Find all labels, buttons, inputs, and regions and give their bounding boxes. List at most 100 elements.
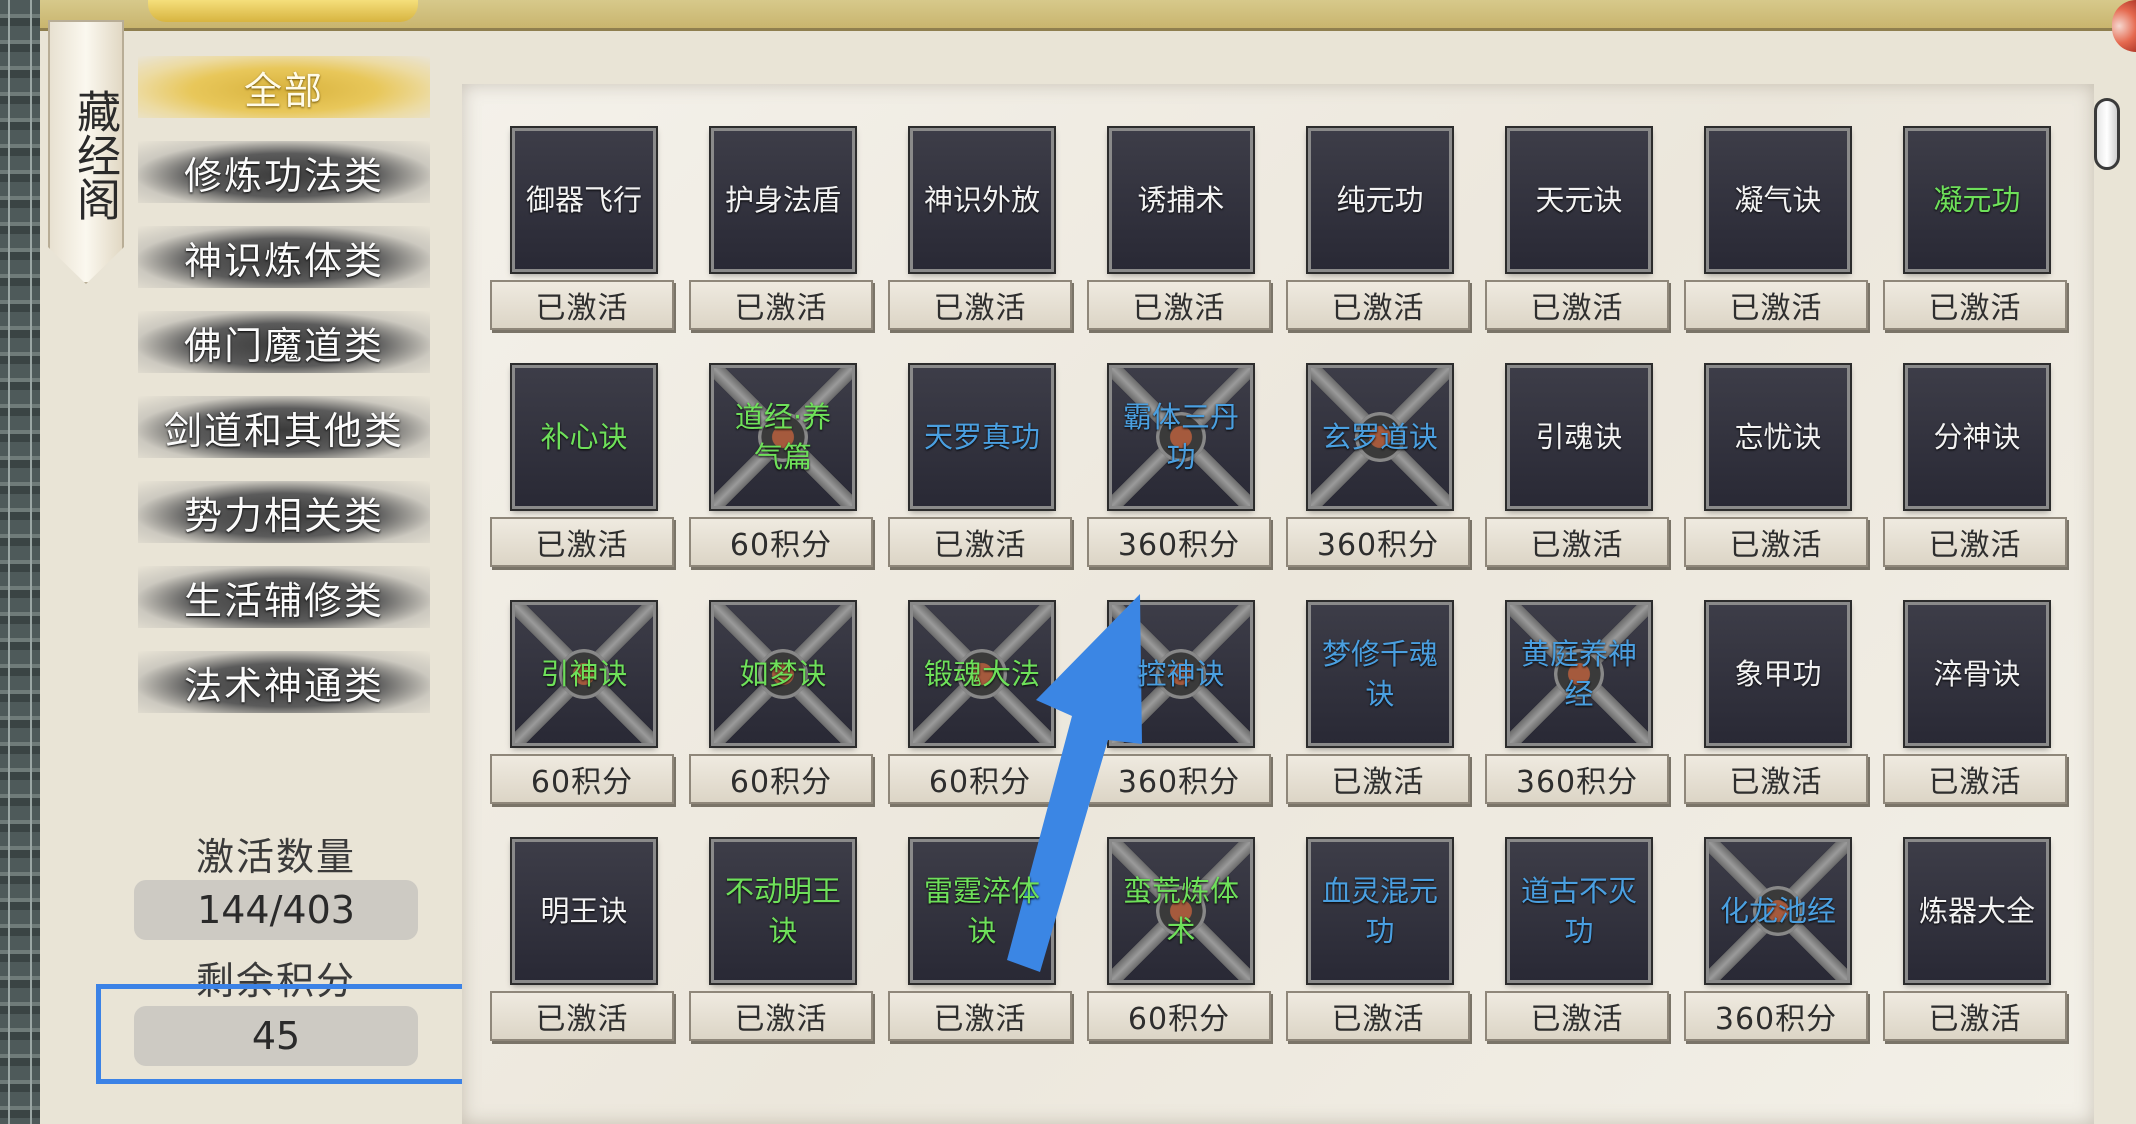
skill-tile[interactable]: 忘忧诀 bbox=[1706, 365, 1850, 509]
skill-status-button[interactable]: 已激活 bbox=[490, 991, 674, 1041]
skill-card[interactable]: 道经·养气篇 60积分 bbox=[689, 365, 879, 567]
skill-tile[interactable]: 雷霆淬体诀 bbox=[910, 839, 1054, 983]
skill-card[interactable]: 凝气诀 已激活 bbox=[1684, 128, 1874, 330]
skill-card[interactable]: 引魂诀 已激活 bbox=[1485, 365, 1675, 567]
skill-status-button[interactable]: 已激活 bbox=[888, 991, 1072, 1041]
skill-card[interactable]: 炼器大全 已激活 bbox=[1883, 839, 2073, 1041]
skill-card[interactable]: 霸体三丹功 360积分 bbox=[1087, 365, 1277, 567]
skill-status-button[interactable]: 60积分 bbox=[888, 754, 1072, 804]
skill-tile[interactable]: 诱捕术 bbox=[1109, 128, 1253, 272]
skill-status-button[interactable]: 已激活 bbox=[888, 517, 1072, 567]
top-tab[interactable] bbox=[148, 0, 418, 22]
skill-status-button[interactable]: 360积分 bbox=[1684, 991, 1868, 1041]
category-2[interactable]: 神识炼体类 bbox=[138, 226, 430, 288]
skill-card[interactable]: 御器飞行 已激活 bbox=[490, 128, 680, 330]
skill-card[interactable]: 化龙池经 360积分 bbox=[1684, 839, 1874, 1041]
skill-status-button[interactable]: 60积分 bbox=[1087, 991, 1271, 1041]
skill-tile[interactable]: 黄庭养神经 bbox=[1507, 602, 1651, 746]
skill-card[interactable]: 不动明王诀 已激活 bbox=[689, 839, 879, 1041]
skill-status-button[interactable]: 已激活 bbox=[490, 280, 674, 330]
skill-tile[interactable]: 象甲功 bbox=[1706, 602, 1850, 746]
skill-status-button[interactable]: 已激活 bbox=[1883, 280, 2067, 330]
skill-tile[interactable]: 引神诀 bbox=[512, 602, 656, 746]
skill-tile[interactable]: 引魂诀 bbox=[1507, 365, 1651, 509]
skill-card[interactable]: 护身法盾 已激活 bbox=[689, 128, 879, 330]
skill-tile[interactable]: 锻魂大法 bbox=[910, 602, 1054, 746]
skill-status-button[interactable]: 已激活 bbox=[1087, 280, 1271, 330]
skill-tile[interactable]: 道古不灭功 bbox=[1507, 839, 1651, 983]
skill-tile[interactable]: 纯元功 bbox=[1308, 128, 1452, 272]
skill-tile[interactable]: 如梦诀 bbox=[711, 602, 855, 746]
skill-tile[interactable]: 蛮荒炼体术 bbox=[1109, 839, 1253, 983]
skill-tile[interactable]: 天罗真功 bbox=[910, 365, 1054, 509]
skill-tile[interactable]: 分神诀 bbox=[1905, 365, 2049, 509]
skill-status-button[interactable]: 已激活 bbox=[1485, 991, 1669, 1041]
skill-status-button[interactable]: 已激活 bbox=[1485, 517, 1669, 567]
skill-card[interactable]: 引神诀 60积分 bbox=[490, 602, 680, 804]
skill-status-button[interactable]: 已激活 bbox=[689, 280, 873, 330]
skill-status-button[interactable]: 已激活 bbox=[490, 517, 674, 567]
skill-tile[interactable]: 明王诀 bbox=[512, 839, 656, 983]
skill-card[interactable]: 淬骨诀 已激活 bbox=[1883, 602, 2073, 804]
skill-card[interactable]: 补心诀 已激活 bbox=[490, 365, 680, 567]
skill-tile[interactable]: 玄罗道诀 bbox=[1308, 365, 1452, 509]
skill-card[interactable]: 玄罗道诀 360积分 bbox=[1286, 365, 1476, 567]
skill-card[interactable]: 道古不灭功 已激活 bbox=[1485, 839, 1675, 1041]
skill-status-button[interactable]: 已激活 bbox=[689, 991, 873, 1041]
skill-card[interactable]: 分神诀 已激活 bbox=[1883, 365, 2073, 567]
skill-status-button[interactable]: 360积分 bbox=[1087, 754, 1271, 804]
skill-tile[interactable]: 神识外放 bbox=[910, 128, 1054, 272]
skill-card[interactable]: 天元诀 已激活 bbox=[1485, 128, 1675, 330]
skill-status-button[interactable]: 已激活 bbox=[1684, 280, 1868, 330]
category-1[interactable]: 修炼功法类 bbox=[138, 141, 430, 203]
skill-tile[interactable]: 不动明王诀 bbox=[711, 839, 855, 983]
skill-status-button[interactable]: 已激活 bbox=[888, 280, 1072, 330]
skill-tile[interactable]: 化龙池经 bbox=[1706, 839, 1850, 983]
skill-status-button[interactable]: 已激活 bbox=[1883, 754, 2067, 804]
skill-card[interactable]: 象甲功 已激活 bbox=[1684, 602, 1874, 804]
skill-status-button[interactable]: 已激活 bbox=[1286, 991, 1470, 1041]
category-4[interactable]: 剑道和其他类 bbox=[138, 396, 430, 458]
skill-card[interactable]: 如梦诀 60积分 bbox=[689, 602, 879, 804]
skill-card[interactable]: 控神诀 360积分 bbox=[1087, 602, 1277, 804]
category-3[interactable]: 佛门魔道类 bbox=[138, 311, 430, 373]
skill-card[interactable]: 神识外放 已激活 bbox=[888, 128, 1078, 330]
skill-card[interactable]: 诱捕术 已激活 bbox=[1087, 128, 1277, 330]
skill-status-button[interactable]: 已激活 bbox=[1286, 754, 1470, 804]
skill-tile[interactable]: 护身法盾 bbox=[711, 128, 855, 272]
skill-tile[interactable]: 血灵混元功 bbox=[1308, 839, 1452, 983]
skill-status-button[interactable]: 360积分 bbox=[1087, 517, 1271, 567]
skill-status-button[interactable]: 360积分 bbox=[1286, 517, 1470, 567]
skill-status-button[interactable]: 已激活 bbox=[1485, 280, 1669, 330]
skill-tile[interactable]: 天元诀 bbox=[1507, 128, 1651, 272]
skill-status-button[interactable]: 360积分 bbox=[1485, 754, 1669, 804]
skill-status-button[interactable]: 已激活 bbox=[1883, 991, 2067, 1041]
category-6[interactable]: 生活辅修类 bbox=[138, 566, 430, 628]
skill-card[interactable]: 蛮荒炼体术 60积分 bbox=[1087, 839, 1277, 1041]
skill-card[interactable]: 纯元功 已激活 bbox=[1286, 128, 1476, 330]
category-5[interactable]: 势力相关类 bbox=[138, 481, 430, 543]
skill-card[interactable]: 凝元功 已激活 bbox=[1883, 128, 2073, 330]
skill-card[interactable]: 天罗真功 已激活 bbox=[888, 365, 1078, 567]
skill-tile[interactable]: 控神诀 bbox=[1109, 602, 1253, 746]
skill-tile[interactable]: 凝元功 bbox=[1905, 128, 2049, 272]
skill-card[interactable]: 锻魂大法 60积分 bbox=[888, 602, 1078, 804]
skill-status-button[interactable]: 60积分 bbox=[490, 754, 674, 804]
skill-tile[interactable]: 御器飞行 bbox=[512, 128, 656, 272]
skill-status-button[interactable]: 已激活 bbox=[1684, 517, 1868, 567]
skill-tile[interactable]: 炼器大全 bbox=[1905, 839, 2049, 983]
skill-status-button[interactable]: 60积分 bbox=[689, 517, 873, 567]
skill-tile[interactable]: 淬骨诀 bbox=[1905, 602, 2049, 746]
skill-card[interactable]: 黄庭养神经 360积分 bbox=[1485, 602, 1675, 804]
skill-status-button[interactable]: 已激活 bbox=[1286, 280, 1470, 330]
skill-card[interactable]: 忘忧诀 已激活 bbox=[1684, 365, 1874, 567]
skill-status-button[interactable]: 已激活 bbox=[1883, 517, 2067, 567]
category-0[interactable]: 全部 bbox=[138, 56, 430, 118]
skill-card[interactable]: 血灵混元功 已激活 bbox=[1286, 839, 1476, 1041]
skill-tile[interactable]: 梦修千魂诀 bbox=[1308, 602, 1452, 746]
skill-tile[interactable]: 凝气诀 bbox=[1706, 128, 1850, 272]
skill-tile[interactable]: 补心诀 bbox=[512, 365, 656, 509]
skill-status-button[interactable]: 已激活 bbox=[1684, 754, 1868, 804]
skill-tile[interactable]: 霸体三丹功 bbox=[1109, 365, 1253, 509]
skill-card[interactable]: 梦修千魂诀 已激活 bbox=[1286, 602, 1476, 804]
